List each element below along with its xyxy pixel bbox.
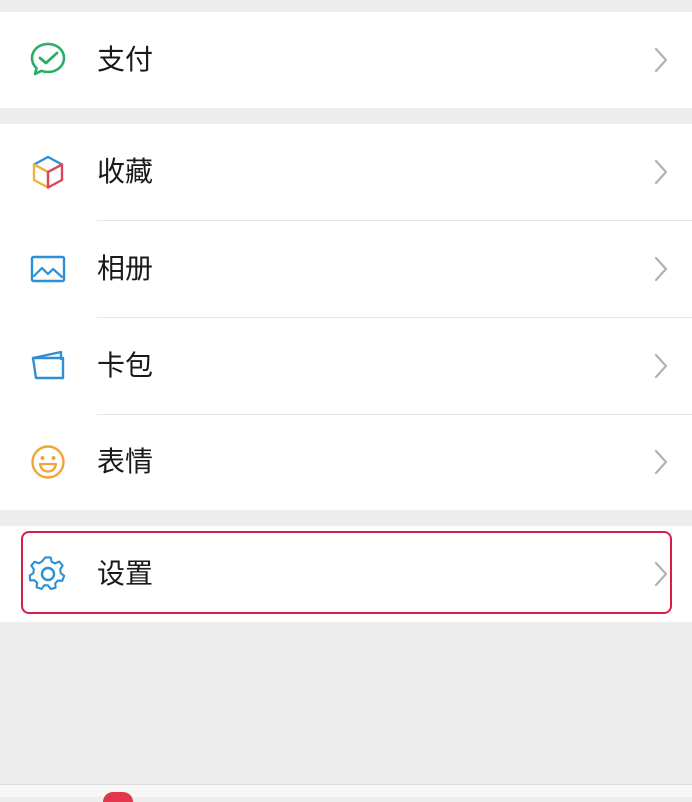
chevron-right-icon (654, 159, 668, 185)
menu-item-label: 卡包 (97, 349, 154, 382)
tab-icon-partial (103, 792, 133, 802)
settings-group: 设置 (0, 526, 692, 622)
chevron-right-icon (654, 256, 668, 282)
menu-item-favorites[interactable]: 收藏 (0, 124, 692, 220)
image-icon (28, 249, 68, 289)
menu-item-settings[interactable]: 设置 (0, 526, 692, 622)
menu-item-label: 支付 (97, 43, 154, 76)
menu-item-stickers[interactable]: 表情 (0, 414, 692, 510)
chevron-right-icon (654, 449, 668, 475)
tab-bar (0, 784, 692, 797)
pay-check-icon (28, 40, 68, 80)
chevron-right-icon (654, 353, 668, 379)
menu-item-label: 设置 (97, 557, 154, 590)
menu-item-cards[interactable]: 卡包 (0, 318, 692, 414)
chevron-right-icon (654, 47, 668, 73)
menu-item-album[interactable]: 相册 (0, 221, 692, 317)
menu-item-label: 相册 (97, 252, 154, 285)
menu-item-label: 表情 (97, 445, 154, 478)
wallet-icon (28, 346, 68, 386)
features-group: 收藏 相册 卡包 表情 (0, 124, 692, 510)
menu-item-label: 收藏 (97, 155, 154, 188)
cube-icon (28, 152, 68, 192)
chevron-right-icon (654, 561, 668, 587)
menu-item-pay[interactable]: 支付 (0, 12, 692, 108)
gear-icon (28, 554, 68, 594)
pay-group: 支付 (0, 12, 692, 108)
smiley-icon (28, 442, 68, 482)
